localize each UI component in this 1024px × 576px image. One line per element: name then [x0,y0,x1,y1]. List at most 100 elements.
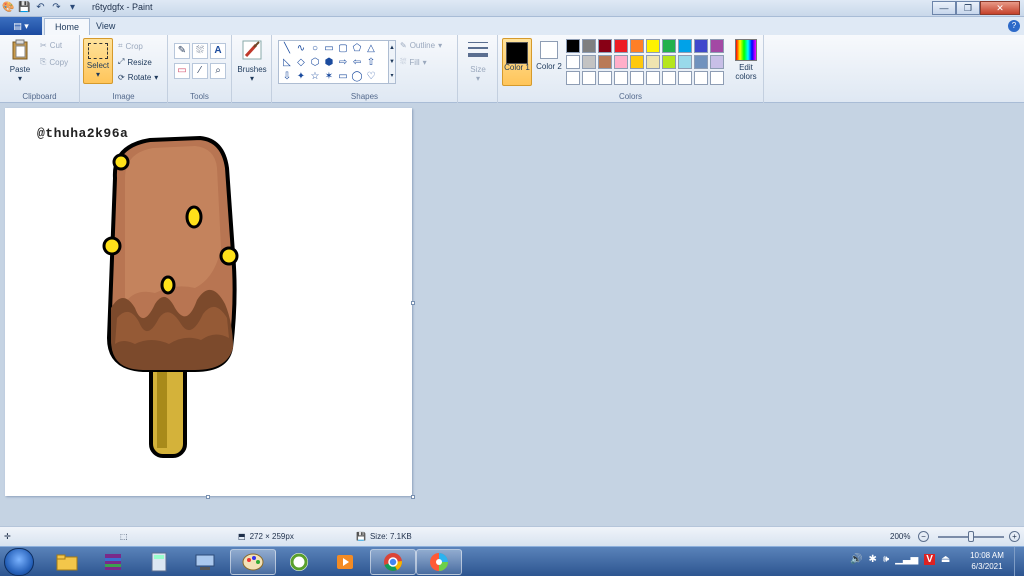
resize-handle-right[interactable] [411,301,415,305]
heart-shape-icon[interactable]: ♡ [364,70,378,84]
pentagon-shape-icon[interactable]: ⬡ [308,56,322,70]
taskbar-media-player[interactable] [322,549,368,575]
right-triangle-shape-icon[interactable]: ◺ [280,56,294,70]
usb-icon[interactable]: ⏏ [941,554,950,565]
rounded-rectangle-shape-icon[interactable]: ▢ [336,42,350,56]
triangle-shape-icon[interactable]: △ [364,42,378,56]
palette-swatch[interactable] [614,39,628,53]
maximize-button[interactable]: ❐ [956,1,980,15]
palette-swatch[interactable] [710,39,724,53]
curve-shape-icon[interactable]: ∿ [294,42,308,56]
zoom-slider-thumb[interactable] [968,531,974,542]
palette-swatch[interactable] [614,55,628,69]
palette-swatch[interactable] [662,39,676,53]
callout-rect-shape-icon[interactable]: ▭ [336,70,350,84]
shapes-scrollbar[interactable]: ▲ ▼ ▾ [388,40,396,84]
palette-swatch[interactable] [598,55,612,69]
taskbar-colorful-app[interactable] [416,549,462,575]
drawing-canvas[interactable]: @thuha2k96a [5,108,412,496]
left-arrow-shape-icon[interactable]: ⇦ [350,56,364,70]
taskbar-network[interactable] [182,549,228,575]
tab-view[interactable]: View [86,18,125,35]
palette-swatch[interactable] [630,39,644,53]
up-arrow-shape-icon[interactable]: ⇧ [364,56,378,70]
palette-swatch[interactable] [678,39,692,53]
canvas-area[interactable]: @thuha2k96a [0,104,1024,526]
outline-button[interactable]: ✎ Outline ▾ [400,41,442,50]
line-shape-icon[interactable]: ╲ [280,42,294,56]
hexagon-shape-icon[interactable]: ⬢ [322,56,336,70]
palette-swatch[interactable] [710,71,724,85]
system-clock[interactable]: 10:08 AM 6/3/2021 [962,550,1012,572]
taskbar-coccoc[interactable] [276,549,322,575]
volume-icon[interactable]: 🕪 [883,554,889,565]
rotate-button[interactable]: ⟳ Rotate ▾ [118,73,158,82]
help-icon[interactable]: ? [1008,20,1020,32]
zoom-out-button[interactable]: − [918,531,929,542]
copy-button[interactable]: ⎘ Copy [40,57,68,67]
cut-button[interactable]: ✂ Cut [40,41,62,50]
antivirus-icon[interactable]: V [924,554,935,565]
palette-swatch[interactable] [598,39,612,53]
palette-swatch[interactable] [662,55,676,69]
tab-home[interactable]: Home [44,18,91,35]
brushes-button[interactable]: Brushes ▾ [235,39,269,83]
shapes-gallery[interactable]: ╲ ∿ ○ ▭ ▢ ⬠ △ ◺ ◇ ⬡ ⬢ ⇨ ⇦ ⇧ ⇩ ✦ ☆ ✶ ▭ ◯ … [278,40,394,84]
palette-swatch[interactable] [694,39,708,53]
palette-swatch[interactable] [566,71,580,85]
palette-swatch[interactable] [582,55,596,69]
minimize-button[interactable]: — [932,1,956,15]
file-menu-button[interactable]: ▤ ▾ [0,17,42,35]
six-point-star-shape-icon[interactable]: ✶ [322,70,336,84]
palette-swatch[interactable] [678,55,692,69]
palette-swatch[interactable] [646,71,660,85]
paste-button[interactable]: Paste ▾ [6,39,34,83]
start-button[interactable] [4,548,34,576]
resize-handle-bottom[interactable] [206,495,210,499]
fill-bucket-icon[interactable]: ⛆ [192,43,208,59]
resize-handle-corner[interactable] [411,495,415,499]
magnifier-icon[interactable]: ⌕ [210,63,226,79]
speaker-icon[interactable]: 🔊 [850,554,862,565]
taskbar-winrar[interactable] [90,549,136,575]
palette-swatch[interactable] [662,71,676,85]
paint-app-icon[interactable]: 🎨 [2,1,15,14]
taskbar-paint[interactable] [230,549,276,575]
color-picker-icon[interactable]: ⁄ [192,63,208,79]
size-button[interactable]: Size ▾ [463,39,493,83]
four-point-star-shape-icon[interactable]: ✦ [294,70,308,84]
show-desktop-button[interactable] [1014,547,1024,576]
fill-button[interactable]: ⛆ Fill ▾ [400,57,427,67]
taskbar-calculator[interactable] [136,549,182,575]
redo-icon[interactable]: ↷ [50,1,63,14]
polygon-shape-icon[interactable]: ⬠ [350,42,364,56]
palette-swatch[interactable] [694,71,708,85]
five-point-star-shape-icon[interactable]: ☆ [308,70,322,84]
palette-swatch[interactable] [598,71,612,85]
palette-swatch[interactable] [646,39,660,53]
undo-icon[interactable]: ↶ [34,1,47,14]
callout-oval-shape-icon[interactable]: ◯ [350,70,364,84]
palette-swatch[interactable] [566,55,580,69]
palette-swatch[interactable] [630,71,644,85]
bluetooth-icon[interactable]: ✱ [868,554,876,565]
palette-swatch[interactable] [614,71,628,85]
eraser-icon[interactable]: ▭ [174,63,190,79]
palette-swatch[interactable] [566,39,580,53]
taskbar-explorer[interactable] [44,549,90,575]
palette-swatch[interactable] [678,71,692,85]
text-tool-icon[interactable]: A [210,43,226,59]
crop-button[interactable]: ⌗ Crop [118,41,143,51]
customize-qat-icon[interactable]: ▾ [66,1,79,14]
save-icon[interactable]: 💾 [18,1,31,14]
palette-swatch[interactable] [694,55,708,69]
palette-swatch[interactable] [582,71,596,85]
color1-button[interactable]: Color 1 [502,38,532,86]
right-arrow-shape-icon[interactable]: ⇨ [336,56,350,70]
zoom-in-button[interactable]: + [1009,531,1020,542]
pencil-icon[interactable]: ✎ [174,43,190,59]
resize-button[interactable]: ⤢ Resize [118,57,152,67]
palette-swatch[interactable] [710,55,724,69]
signal-icon[interactable]: ▁▃▅ [895,554,918,565]
palette-swatch[interactable] [630,55,644,69]
